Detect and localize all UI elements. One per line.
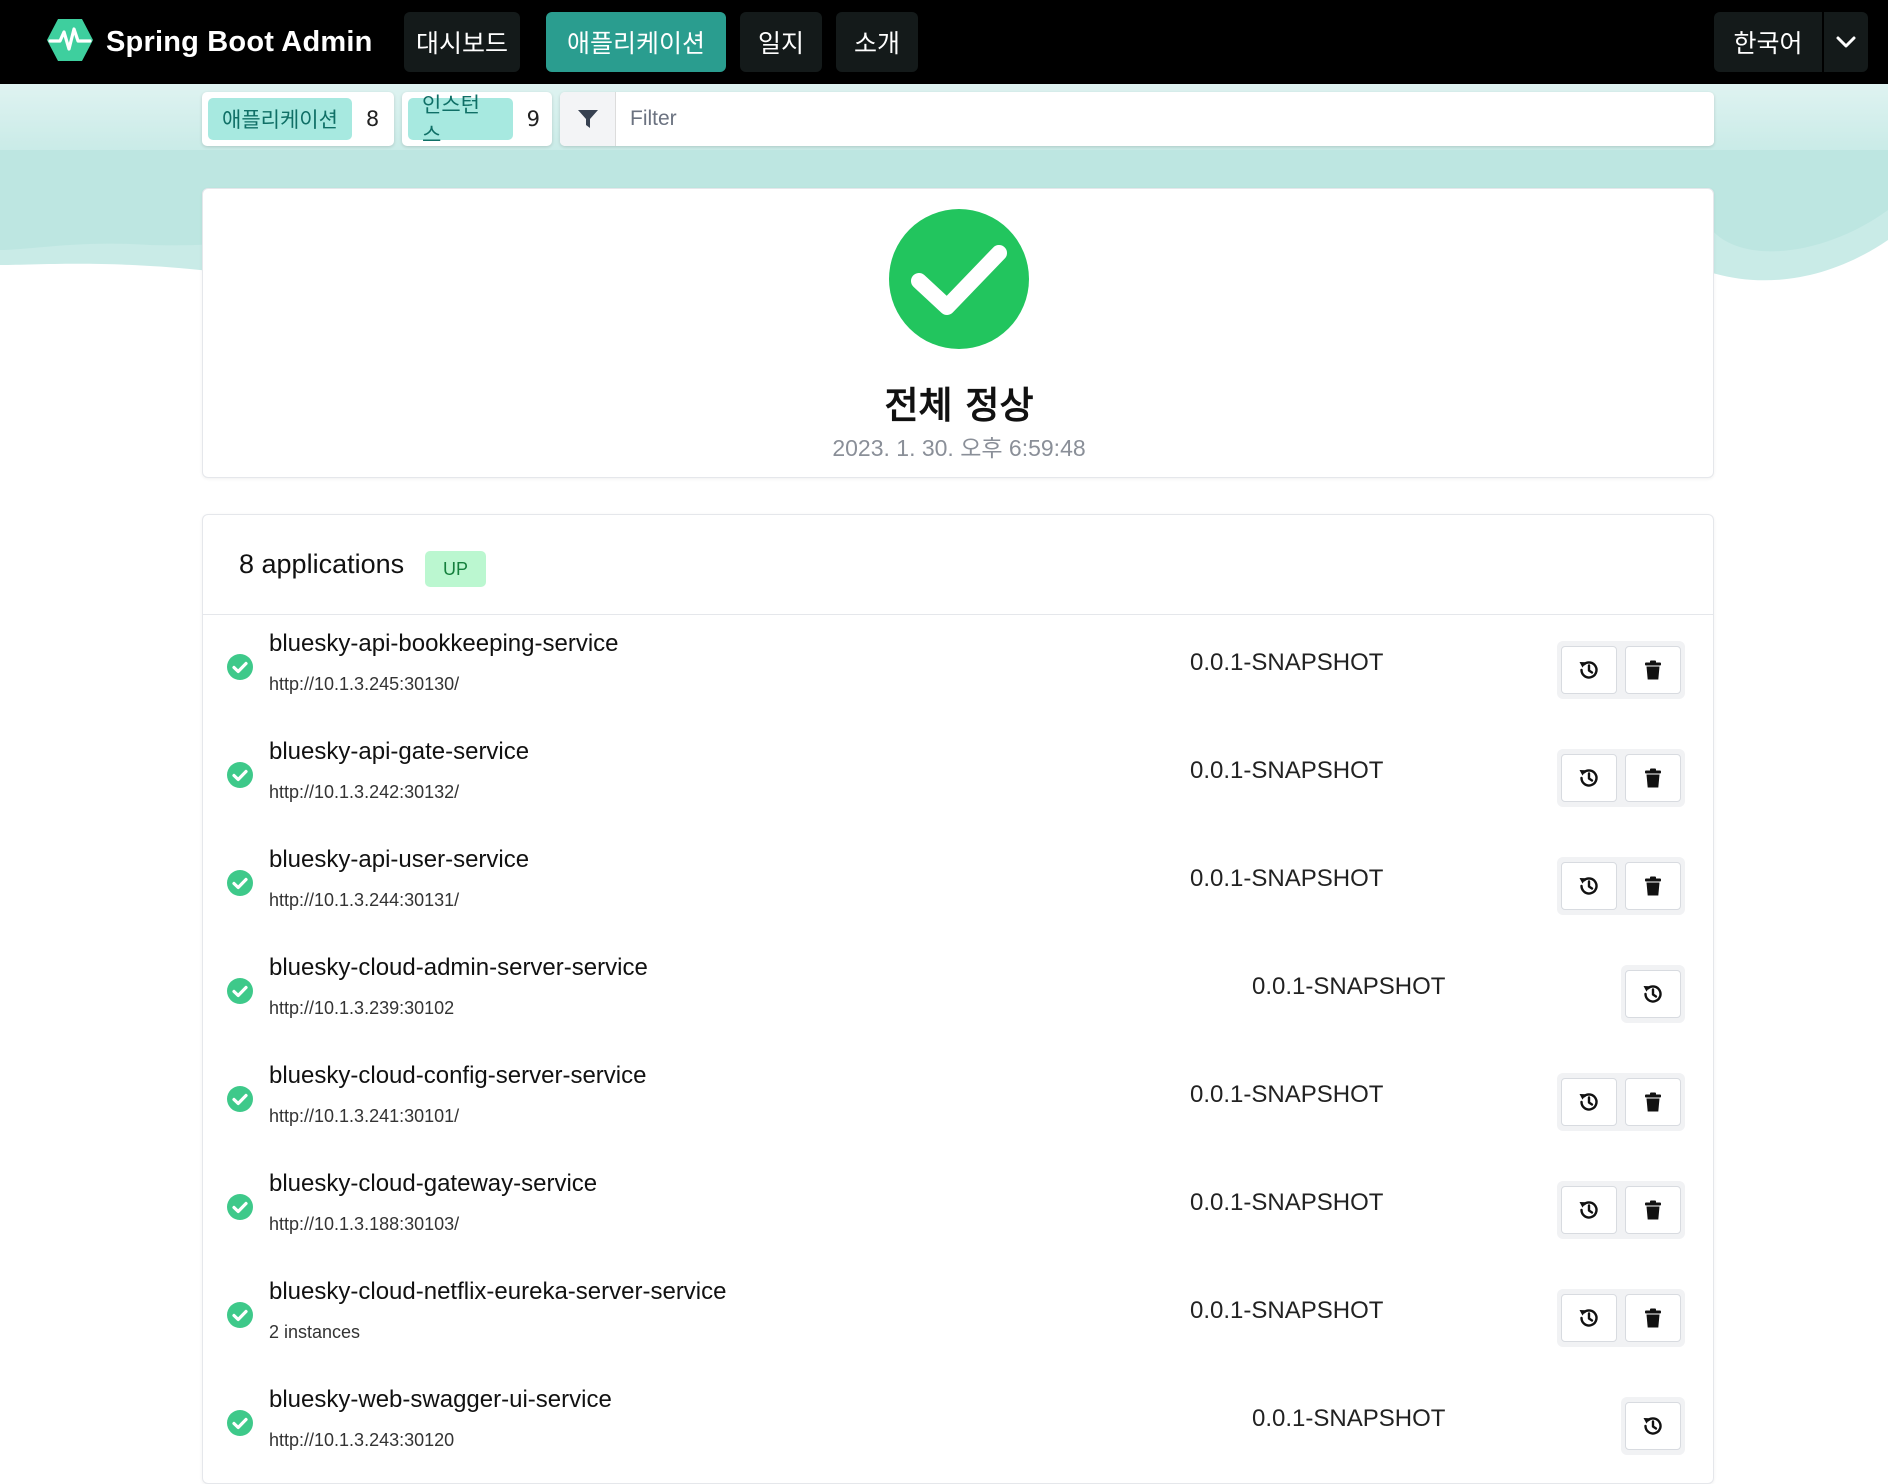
application-row[interactable]: bluesky-web-swagger-ui-service http://10.… [203,1372,1713,1480]
application-row[interactable]: bluesky-cloud-config-server-service http:… [203,1048,1713,1156]
filter-icon [560,92,616,146]
application-actions [1621,965,1685,1023]
history-icon[interactable] [1561,1078,1617,1126]
applications-count-label: 애플리케이션 [208,98,352,140]
trash-icon[interactable] [1625,754,1681,802]
trash-icon[interactable] [1625,1294,1681,1342]
history-icon[interactable] [1561,754,1617,802]
applications-title: 8 applications [239,549,405,579]
history-icon[interactable] [1561,1294,1617,1342]
health-status-card: 전체 정상 2023. 1. 30. 오후 6:59:48 [202,188,1714,478]
application-row[interactable]: bluesky-api-bookkeeping-service http://10… [203,616,1713,724]
status-up-icon [227,1410,253,1436]
application-name: bluesky-api-bookkeeping-service [269,630,619,657]
application-url: http://10.1.3.239:30102 [269,998,455,1018]
application-actions [1557,1181,1685,1239]
application-version: 0.0.1-SNAPSHOT [1252,973,1446,1000]
application-url: http://10.1.3.243:30120 [269,1430,455,1450]
brand-title: Spring Boot Admin [106,25,373,58]
application-url: http://10.1.3.242:30132/ [269,782,460,802]
check-circle-icon [889,209,1029,349]
application-version: 0.0.1-SNAPSHOT [1190,1297,1384,1324]
applications-header: 8 applications UP [203,515,1713,615]
application-url: http://10.1.3.244:30131/ [269,890,460,910]
application-row[interactable]: bluesky-cloud-netflix-eureka-server-serv… [203,1264,1713,1372]
application-url: http://10.1.3.245:30130/ [269,674,460,694]
application-version: 0.0.1-SNAPSHOT [1190,865,1384,892]
status-up-icon [227,654,253,680]
trash-icon[interactable] [1625,862,1681,910]
application-url: http://10.1.3.188:30103/ [269,1214,460,1234]
history-icon[interactable] [1625,970,1681,1018]
application-version: 0.0.1-SNAPSHOT [1190,757,1384,784]
application-name: bluesky-api-gate-service [269,738,530,765]
application-name: bluesky-api-user-service [269,846,530,873]
brand[interactable]: Spring Boot Admin [46,18,373,66]
status-up-icon [227,870,253,896]
history-icon[interactable] [1561,1186,1617,1234]
application-actions [1557,1289,1685,1347]
application-name: bluesky-cloud-netflix-eureka-server-serv… [269,1278,727,1305]
application-url: http://10.1.3.241:30101/ [269,1106,460,1126]
chevron-down-icon[interactable] [1824,31,1868,53]
status-up-icon [227,762,253,788]
application-row[interactable]: bluesky-api-user-service http://10.1.3.24… [203,832,1713,940]
application-actions [1557,749,1685,807]
application-version: 0.0.1-SNAPSHOT [1190,1189,1384,1216]
status-up-icon [227,1194,253,1220]
language-label: 한국어 [1733,29,1803,58]
instances-count: 9 [526,107,540,131]
application-url: 2 instances [269,1322,361,1342]
nav-dashboard[interactable]: 대시보드 [404,12,520,72]
applications-count-pill: 애플리케이션 8 [202,92,394,146]
trash-icon[interactable] [1625,1078,1681,1126]
status-badge: UP [425,551,487,587]
status-up-icon [227,978,253,1004]
history-icon[interactable] [1561,646,1617,694]
application-version: 0.0.1-SNAPSHOT [1190,649,1384,676]
application-version: 0.0.1-SNAPSHOT [1190,1081,1384,1108]
application-actions [1557,641,1685,699]
status-title: 전체 정상 [884,384,1034,427]
trash-icon[interactable] [1625,646,1681,694]
application-actions [1557,1073,1685,1131]
application-actions [1621,1397,1685,1455]
application-name: bluesky-cloud-gateway-service [269,1170,598,1197]
nav-about[interactable]: 소개 [836,12,918,72]
trash-icon[interactable] [1625,1186,1681,1234]
language-selector[interactable]: 한국어 [1714,12,1868,72]
application-row[interactable]: bluesky-cloud-gateway-service http://10.1… [203,1156,1713,1264]
top-navbar: Spring Boot Admin 대시보드 애플리케이션 일지 소개 한국어 [0,0,1888,84]
filter-input[interactable] [616,93,1714,145]
applications-card: 8 applications UP bluesky-api-bookkeepin… [202,514,1714,1484]
application-version: 0.0.1-SNAPSHOT [1252,1405,1446,1432]
instances-count-pill: 인스턴스 9 [402,92,552,147]
history-icon[interactable] [1561,862,1617,910]
status-up-icon [227,1302,253,1328]
status-up-icon [227,1086,253,1112]
application-row[interactable]: bluesky-api-gate-service http://10.1.3.24… [203,724,1713,832]
spring-boot-admin-logo-icon [46,16,94,68]
applications-count: 8 [365,107,380,131]
application-name: bluesky-cloud-config-server-service [269,1062,647,1089]
application-name: bluesky-web-swagger-ui-service [269,1386,612,1413]
instances-count-label: 인스턴스 [408,93,513,147]
application-name: bluesky-cloud-admin-server-service [269,954,648,981]
history-icon[interactable] [1625,1402,1681,1450]
application-row[interactable]: bluesky-cloud-admin-server-service http:/… [203,940,1713,1048]
filter-box [560,92,1714,146]
nav-applications[interactable]: 애플리케이션 [546,12,726,72]
application-actions [1557,857,1685,915]
status-timestamp: 2023. 1. 30. 오후 6:59:48 [832,435,1086,461]
nav-journal[interactable]: 일지 [740,12,822,72]
